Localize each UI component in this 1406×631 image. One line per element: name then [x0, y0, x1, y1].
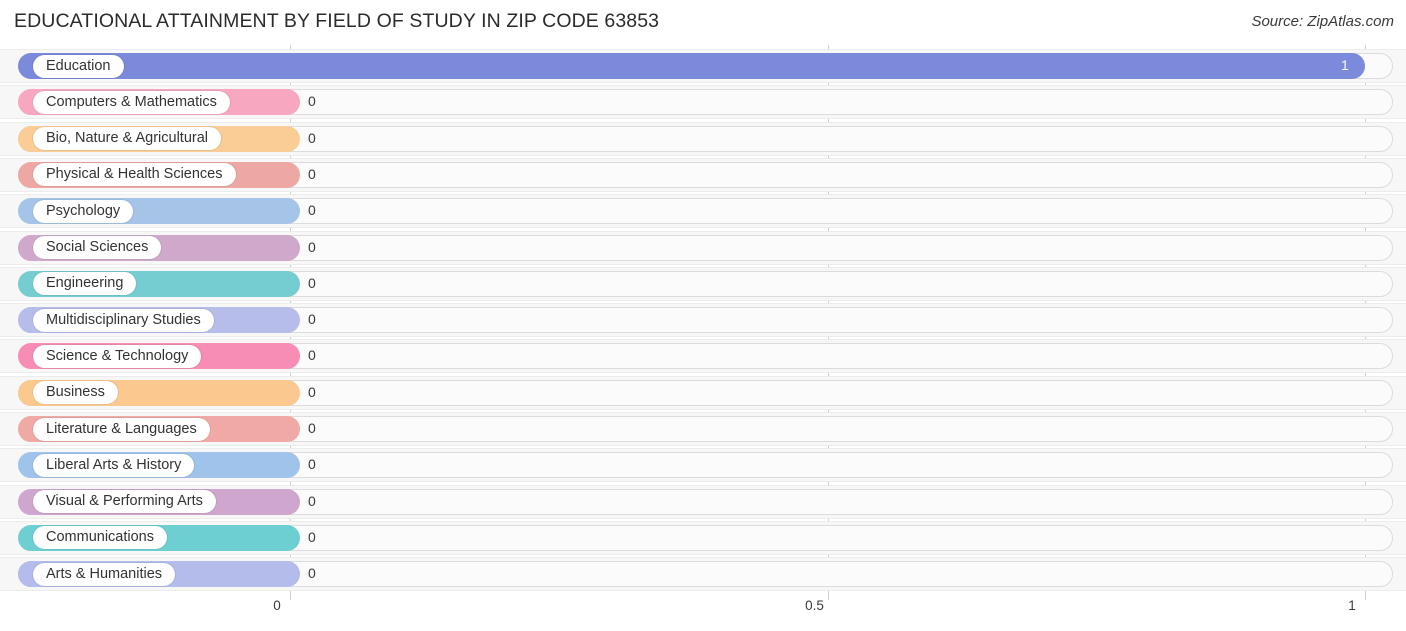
- x-axis: 0 0.5 1: [0, 588, 1406, 631]
- bar-category-label: Literature & Languages: [33, 417, 210, 441]
- bar-row[interactable]: Arts & Humanities 0: [0, 556, 1406, 592]
- bar-category-label: Education: [33, 54, 124, 78]
- bar-value-label: 0: [308, 420, 316, 436]
- bar-row[interactable]: Literature & Languages 0: [0, 411, 1406, 447]
- source-attribution: Source: ZipAtlas.com: [1251, 13, 1394, 30]
- bar-value-label: 0: [308, 528, 316, 545]
- bar-category-label: Bio, Nature & Agricultural: [33, 127, 221, 151]
- bar-row[interactable]: Engineering 0: [0, 266, 1406, 302]
- bar-fill: [18, 53, 1365, 79]
- x-tick-label: 1: [1348, 598, 1356, 613]
- bar-row[interactable]: Computers & Mathematics 0: [0, 84, 1406, 120]
- bar-row[interactable]: Psychology 0: [0, 193, 1406, 229]
- bar-value-label: 0: [308, 311, 316, 328]
- bar-category-label: Computers & Mathematics: [33, 90, 230, 114]
- bar-value-label: 0: [308, 129, 316, 146]
- bar-row[interactable]: Education 1: [0, 48, 1406, 84]
- bar-category-label: Psychology: [33, 199, 134, 223]
- chart-plot-area: Education 1 Computers & Mathematics 0 Bio, N…: [0, 45, 1406, 594]
- bar-value-label: 0: [308, 165, 316, 182]
- page-title: EDUCATIONAL ATTAINMENT BY FIELD OF STUDY…: [14, 10, 660, 32]
- bar-row[interactable]: Communications 0: [0, 520, 1406, 556]
- bar-category-label: Business: [33, 381, 118, 405]
- x-tick-label: 0: [273, 598, 281, 613]
- bar-value-label: 0: [308, 274, 316, 291]
- bar-value-label: 0: [308, 238, 316, 255]
- x-tick-label: 0.5: [805, 598, 824, 613]
- bar-value-label: 0: [308, 565, 316, 582]
- bar-value-label: 0: [308, 202, 316, 219]
- bar-category-label: Engineering: [33, 272, 137, 296]
- bar-category-label: Science & Technology: [33, 344, 202, 368]
- bar-row[interactable]: Physical & Health Sciences 0: [0, 157, 1406, 193]
- bar-category-label: Communications: [33, 526, 167, 550]
- bar-value-label: 0: [308, 93, 316, 110]
- bar-category-label: Visual & Performing Arts: [33, 490, 216, 514]
- bar-row[interactable]: Science & Technology 0: [0, 338, 1406, 374]
- bar-value-label: 0: [308, 347, 316, 364]
- bar-category-label: Social Sciences: [33, 236, 162, 259]
- bar-category-label: Physical & Health Sciences: [33, 163, 236, 187]
- chart-header: EDUCATIONAL ATTAINMENT BY FIELD OF STUDY…: [0, 0, 1406, 45]
- bar-row[interactable]: Liberal Arts & History 0: [0, 447, 1406, 483]
- bar-category-label: Liberal Arts & History: [33, 453, 195, 477]
- bar-row[interactable]: Visual & Performing Arts 0: [0, 484, 1406, 520]
- bar-row[interactable]: Bio, Nature & Agricultural 0: [0, 121, 1406, 157]
- bar-value-label: 0: [308, 383, 316, 400]
- bar-row[interactable]: Business 0: [0, 375, 1406, 411]
- bar-value-label: 1: [1341, 57, 1349, 73]
- bar-row[interactable]: Social Sciences 0: [0, 230, 1406, 266]
- bar-category-label: Arts & Humanities: [33, 562, 176, 586]
- bar-value-label: 0: [308, 456, 316, 473]
- bar-value-label: 0: [308, 492, 316, 509]
- bar-row[interactable]: Multidisciplinary Studies 0: [0, 302, 1406, 338]
- bar-category-label: Multidisciplinary Studies: [33, 308, 214, 332]
